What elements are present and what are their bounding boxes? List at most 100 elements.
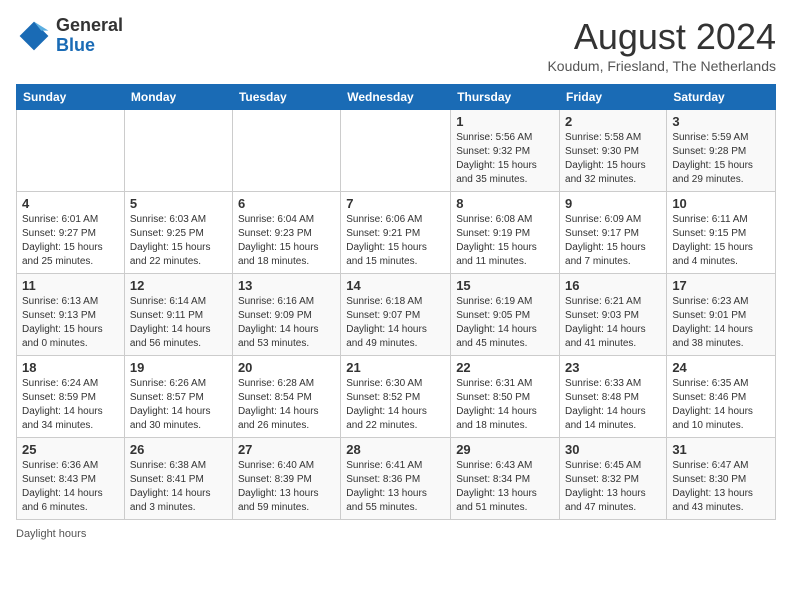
- day-info: Sunrise: 5:59 AM Sunset: 9:28 PM Dayligh…: [672, 131, 770, 187]
- day-info: Sunrise: 6:35 AM Sunset: 8:46 PM Dayligh…: [672, 377, 770, 433]
- calendar-title: August 2024: [547, 16, 776, 58]
- day-info: Sunrise: 6:06 AM Sunset: 9:21 PM Dayligh…: [346, 213, 445, 269]
- day-number: 26: [130, 442, 227, 457]
- day-number: 29: [456, 442, 554, 457]
- logo-general: General: [56, 15, 123, 35]
- day-number: 7: [346, 196, 445, 211]
- day-number: 14: [346, 278, 445, 293]
- day-header-friday: Friday: [560, 85, 667, 110]
- day-info: Sunrise: 6:23 AM Sunset: 9:01 PM Dayligh…: [672, 295, 770, 351]
- week-row-3: 11Sunrise: 6:13 AM Sunset: 9:13 PM Dayli…: [17, 274, 776, 356]
- day-info: Sunrise: 6:45 AM Sunset: 8:32 PM Dayligh…: [565, 459, 661, 515]
- daylight-label: Daylight hours: [16, 528, 86, 540]
- day-cell: 6 Sunrise: 6:04 AM Sunset: 9:23 PM Daylig…: [232, 192, 340, 274]
- day-cell: 7 Sunrise: 6:06 AM Sunset: 9:21 PM Daylig…: [341, 192, 451, 274]
- day-cell: 3 Sunrise: 5:59 AM Sunset: 9:28 PM Daylig…: [667, 110, 776, 192]
- day-number: 10: [672, 196, 770, 211]
- week-row-5: 25 Sunrise: 6:36 AM Sunset: 8:43 PM Dayli…: [17, 438, 776, 520]
- day-cell: 9 Sunrise: 6:09 AM Sunset: 9:17 PM Daylig…: [560, 192, 667, 274]
- day-cell: 23 Sunrise: 6:33 AM Sunset: 8:48 PM Dayli…: [560, 356, 667, 438]
- day-cell: 5Sunrise: 6:03 AM Sunset: 9:25 PM Daylig…: [124, 192, 232, 274]
- day-info: Sunrise: 6:38 AM Sunset: 8:41 PM Dayligh…: [130, 459, 227, 515]
- day-number: 5: [130, 196, 227, 211]
- day-info: Sunrise: 6:11 AM Sunset: 9:15 PM Dayligh…: [672, 213, 770, 269]
- day-cell: 28 Sunrise: 6:41 AM Sunset: 8:36 PM Dayli…: [341, 438, 451, 520]
- day-cell: 17 Sunrise: 6:23 AM Sunset: 9:01 PM Dayli…: [667, 274, 776, 356]
- day-number: 9: [565, 196, 661, 211]
- day-header-wednesday: Wednesday: [341, 85, 451, 110]
- day-cell: 26 Sunrise: 6:38 AM Sunset: 8:41 PM Dayli…: [124, 438, 232, 520]
- day-cell: 31 Sunrise: 6:47 AM Sunset: 8:30 PM Dayli…: [667, 438, 776, 520]
- day-header-tuesday: Tuesday: [232, 85, 340, 110]
- day-cell: 2Sunrise: 5:58 AM Sunset: 9:30 PM Daylig…: [560, 110, 667, 192]
- day-cell: 30 Sunrise: 6:45 AM Sunset: 8:32 PM Dayli…: [560, 438, 667, 520]
- day-cell: 29Sunrise: 6:43 AM Sunset: 8:34 PM Dayli…: [451, 438, 560, 520]
- day-number: 30: [565, 442, 661, 457]
- day-number: 27: [238, 442, 335, 457]
- day-info: Sunrise: 6:26 AM Sunset: 8:57 PM Dayligh…: [130, 377, 227, 433]
- day-number: 12: [130, 278, 227, 293]
- day-number: 2: [565, 114, 661, 129]
- logo-blue: Blue: [56, 35, 95, 55]
- day-cell: 25 Sunrise: 6:36 AM Sunset: 8:43 PM Dayli…: [17, 438, 125, 520]
- day-info: Sunrise: 6:19 AM Sunset: 9:05 PM Dayligh…: [456, 295, 554, 351]
- day-info: Sunrise: 6:28 AM Sunset: 8:54 PM Dayligh…: [238, 377, 335, 433]
- day-number: 28: [346, 442, 445, 457]
- day-number: 6: [238, 196, 335, 211]
- day-cell: [341, 110, 451, 192]
- day-cell: 20 Sunrise: 6:28 AM Sunset: 8:54 PM Dayli…: [232, 356, 340, 438]
- day-cell: [124, 110, 232, 192]
- days-header-row: SundayMondayTuesdayWednesdayThursdayFrid…: [17, 85, 776, 110]
- day-cell: [17, 110, 125, 192]
- footer: Daylight hours: [16, 528, 776, 540]
- day-info: Sunrise: 6:30 AM Sunset: 8:52 PM Dayligh…: [346, 377, 445, 433]
- day-number: 25: [22, 442, 119, 457]
- day-info: Sunrise: 6:47 AM Sunset: 8:30 PM Dayligh…: [672, 459, 770, 515]
- day-cell: 22 Sunrise: 6:31 AM Sunset: 8:50 PM Dayli…: [451, 356, 560, 438]
- day-number: 17: [672, 278, 770, 293]
- day-info: Sunrise: 5:56 AM Sunset: 9:32 PM Dayligh…: [456, 131, 554, 187]
- day-number: 16: [565, 278, 661, 293]
- day-number: 4: [22, 196, 119, 211]
- day-number: 21: [346, 360, 445, 375]
- calendar-table: SundayMondayTuesdayWednesdayThursdayFrid…: [16, 84, 776, 520]
- day-number: 24: [672, 360, 770, 375]
- day-number: 3: [672, 114, 770, 129]
- day-cell: 15 Sunrise: 6:19 AM Sunset: 9:05 PM Dayli…: [451, 274, 560, 356]
- day-cell: 18Sunrise: 6:24 AM Sunset: 8:59 PM Dayli…: [17, 356, 125, 438]
- day-info: Sunrise: 6:09 AM Sunset: 9:17 PM Dayligh…: [565, 213, 661, 269]
- day-info: Sunrise: 6:40 AM Sunset: 8:39 PM Dayligh…: [238, 459, 335, 515]
- day-cell: 21 Sunrise: 6:30 AM Sunset: 8:52 PM Dayli…: [341, 356, 451, 438]
- logo-icon: [16, 18, 52, 54]
- day-number: 23: [565, 360, 661, 375]
- day-number: 8: [456, 196, 554, 211]
- day-number: 20: [238, 360, 335, 375]
- logo: General Blue: [16, 16, 123, 56]
- day-number: 11: [22, 278, 119, 293]
- day-info: Sunrise: 6:36 AM Sunset: 8:43 PM Dayligh…: [22, 459, 119, 515]
- day-cell: 11Sunrise: 6:13 AM Sunset: 9:13 PM Dayli…: [17, 274, 125, 356]
- day-number: 22: [456, 360, 554, 375]
- day-number: 18: [22, 360, 119, 375]
- day-cell: 4Sunrise: 6:01 AM Sunset: 9:27 PM Daylig…: [17, 192, 125, 274]
- day-info: Sunrise: 6:18 AM Sunset: 9:07 PM Dayligh…: [346, 295, 445, 351]
- week-row-1: 1 Sunrise: 5:56 AM Sunset: 9:32 PM Daylig…: [17, 110, 776, 192]
- day-info: Sunrise: 6:33 AM Sunset: 8:48 PM Dayligh…: [565, 377, 661, 433]
- day-cell: 10 Sunrise: 6:11 AM Sunset: 9:15 PM Dayli…: [667, 192, 776, 274]
- day-info: Sunrise: 6:31 AM Sunset: 8:50 PM Dayligh…: [456, 377, 554, 433]
- day-number: 1: [456, 114, 554, 129]
- day-cell: 27 Sunrise: 6:40 AM Sunset: 8:39 PM Dayli…: [232, 438, 340, 520]
- day-info: Sunrise: 6:08 AM Sunset: 9:19 PM Dayligh…: [456, 213, 554, 269]
- day-info: Sunrise: 6:21 AM Sunset: 9:03 PM Dayligh…: [565, 295, 661, 351]
- day-cell: 1 Sunrise: 5:56 AM Sunset: 9:32 PM Daylig…: [451, 110, 560, 192]
- day-info: Sunrise: 6:16 AM Sunset: 9:09 PM Dayligh…: [238, 295, 335, 351]
- day-info: Sunrise: 6:04 AM Sunset: 9:23 PM Dayligh…: [238, 213, 335, 269]
- day-number: 19: [130, 360, 227, 375]
- page-header: General Blue August 2024 Koudum, Friesla…: [16, 16, 776, 74]
- day-info: Sunrise: 6:41 AM Sunset: 8:36 PM Dayligh…: [346, 459, 445, 515]
- day-cell: [232, 110, 340, 192]
- day-number: 31: [672, 442, 770, 457]
- day-cell: 8 Sunrise: 6:08 AM Sunset: 9:19 PM Daylig…: [451, 192, 560, 274]
- day-cell: 12Sunrise: 6:14 AM Sunset: 9:11 PM Dayli…: [124, 274, 232, 356]
- day-number: 15: [456, 278, 554, 293]
